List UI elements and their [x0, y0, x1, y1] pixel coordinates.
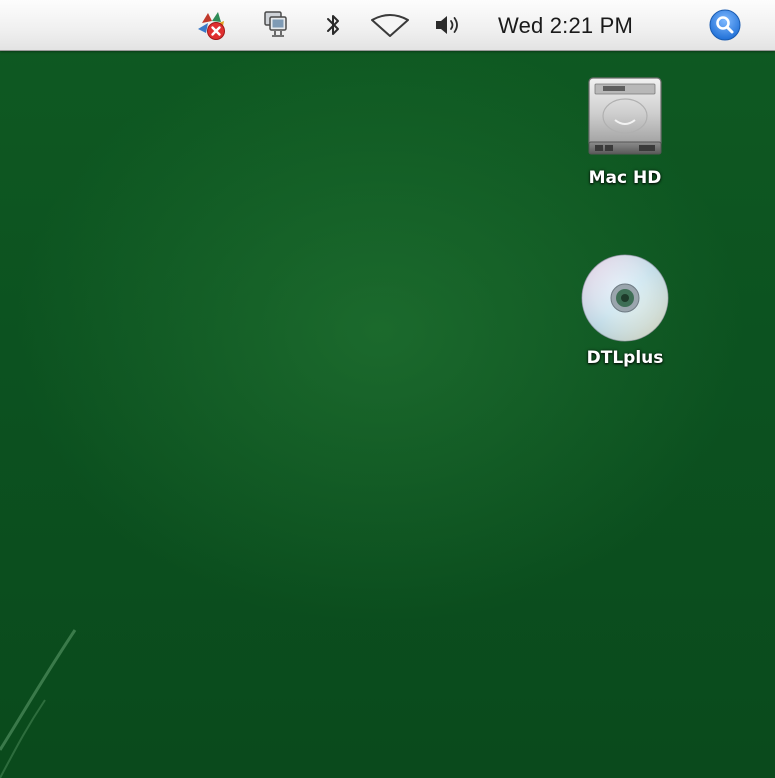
- status-menu-error-icon[interactable]: [190, 9, 234, 41]
- wallpaper-streak: [0, 629, 77, 778]
- bluetooth-icon[interactable]: [320, 9, 346, 41]
- menu-bar: Wed 2:21 PM: [0, 0, 775, 51]
- desktop-icon-label: DTLplus: [586, 348, 664, 368]
- hard-drive-icon: [565, 68, 685, 168]
- desktop-icon-label: Mac HD: [588, 168, 662, 188]
- desktop[interactable]: Wed 2:21 PM Mac HD DTLplus: [0, 0, 775, 778]
- display-mirroring-icon[interactable]: [258, 9, 292, 41]
- desktop-icon-dtlplus[interactable]: DTLplus: [565, 248, 685, 368]
- wifi-icon[interactable]: [366, 9, 414, 41]
- desktop-icon-mac-hd[interactable]: Mac HD: [565, 68, 685, 188]
- spotlight-search-icon[interactable]: [704, 9, 746, 41]
- menu-bar-clock[interactable]: Wed 2:21 PM: [498, 12, 688, 40]
- optical-disc-icon: [565, 248, 685, 348]
- volume-icon[interactable]: [430, 9, 470, 41]
